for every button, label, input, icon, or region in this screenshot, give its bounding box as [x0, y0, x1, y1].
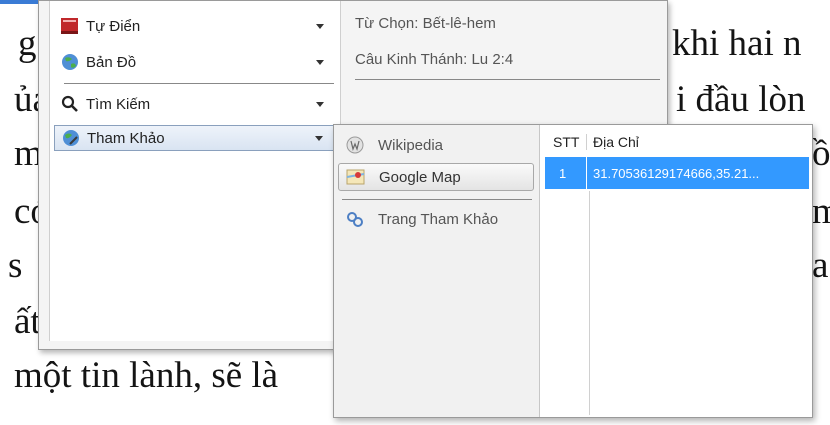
- chevron-down-icon: [316, 101, 324, 107]
- menu-item-map[interactable]: Bản Đồ: [54, 49, 334, 75]
- reference-submenu: Wikipedia Google Map Trang Tham Khảo STT…: [333, 124, 813, 418]
- map-icon: [345, 167, 367, 187]
- document-text-fragment: m: [812, 191, 830, 232]
- column-header-address[interactable]: Địa Chỉ: [587, 134, 639, 150]
- submenu-item-label: Google Map: [379, 168, 461, 186]
- document-text-fragment: ất: [14, 301, 41, 342]
- document-text-fragment: a: [812, 245, 829, 286]
- globe-link-icon: [61, 129, 81, 147]
- submenu-item-label: Wikipedia: [378, 136, 444, 154]
- document-text-fragment: s: [8, 245, 23, 286]
- selection-info: Từ Chọn: Bết-lê-hem Câu Kinh Thánh: Lu 2…: [347, 1, 667, 121]
- row-address-cell: 31.70536129174666,35.21...: [593, 165, 760, 181]
- document-text-fragment: g: [18, 23, 37, 64]
- link-icon: [344, 209, 366, 229]
- menu-divider: [64, 83, 334, 84]
- table-row[interactable]: 1 31.70536129174666,35.21...: [545, 157, 809, 189]
- globe-icon: [60, 53, 80, 71]
- submenu-item-reference-page[interactable]: Trang Tham Khảo: [338, 205, 534, 233]
- document-text-fragment: ồ: [812, 133, 830, 174]
- lookup-menu: Tự Điển Bản Đồ Tìm Kiếm Tham Khảo: [49, 1, 341, 341]
- selected-word-label: Từ Chọn: Bết-lê-hem: [355, 15, 496, 32]
- chevron-down-icon: [316, 59, 324, 65]
- column-header-index[interactable]: STT: [541, 134, 587, 150]
- menu-item-label: Tham Khảo: [87, 129, 165, 147]
- submenu-divider: [342, 199, 532, 200]
- submenu-item-wikipedia[interactable]: Wikipedia: [338, 131, 534, 159]
- document-text-fragment: một tin lành, sẽ là: [14, 355, 279, 396]
- menu-item-label: Bản Đồ: [86, 53, 137, 71]
- wikipedia-icon: [344, 135, 366, 155]
- document-text-fragment: khi hai n: [672, 23, 802, 64]
- search-icon: [60, 95, 80, 113]
- verse-reference-label: Câu Kinh Thánh: Lu 2:4: [355, 51, 514, 68]
- table-header: STT Địa Chỉ: [541, 129, 812, 155]
- menu-item-label: Tự Điển: [86, 17, 141, 35]
- document-text-fragment: i đầu lòn: [676, 79, 806, 120]
- chevron-down-icon: [315, 135, 323, 141]
- chevron-down-icon: [316, 23, 324, 29]
- menu-item-search[interactable]: Tìm Kiếm: [54, 91, 334, 117]
- info-divider: [355, 79, 660, 80]
- book-icon: [60, 17, 80, 35]
- column-divider: [589, 191, 590, 415]
- row-index-cell: 1: [545, 157, 587, 189]
- window-edge-strip: [0, 0, 40, 4]
- submenu-item-label: Trang Tham Khảo: [378, 210, 499, 228]
- menu-item-label: Tìm Kiếm: [86, 95, 151, 113]
- reference-source-list: Wikipedia Google Map Trang Tham Khảo: [334, 125, 540, 417]
- menu-item-reference[interactable]: Tham Khảo: [54, 125, 334, 151]
- menu-item-dictionary[interactable]: Tự Điển: [54, 13, 334, 39]
- address-table: STT Địa Chỉ 1 31.70536129174666,35.21...: [541, 125, 812, 417]
- submenu-item-google-map[interactable]: Google Map: [338, 163, 534, 191]
